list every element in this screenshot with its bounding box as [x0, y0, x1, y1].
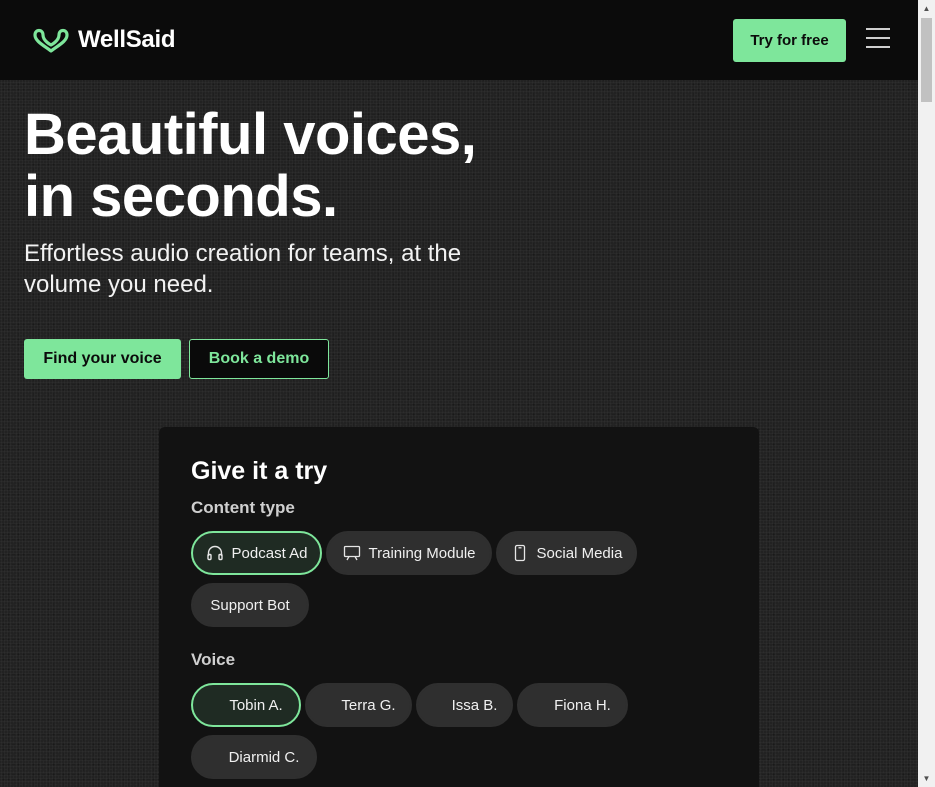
chip-label: Issa B. [451, 696, 498, 714]
chip-label: Fiona H. [554, 696, 611, 714]
headphones-icon [206, 545, 223, 561]
try-for-free-button[interactable]: Try for free [733, 19, 846, 62]
chip-label: Podcast Ad [231, 544, 308, 562]
hero-title: Beautiful voices, in seconds. [24, 104, 544, 228]
hamburger-menu-icon[interactable] [866, 28, 890, 50]
content-type-podcast-ad[interactable]: Podcast Ad [191, 531, 322, 575]
chip-label: Diarmid C. [228, 748, 300, 766]
phone-icon [514, 544, 525, 562]
hero-title-line-2: in seconds. [24, 164, 338, 229]
voice-fiona[interactable]: Fiona H. [517, 683, 628, 727]
wellsaid-logo-icon [33, 28, 69, 53]
voice-terra[interactable]: Terra G. [305, 683, 412, 727]
try-it-card: Give it a try Content type Podcast Ad Tr… [159, 427, 759, 787]
content-type-support-bot[interactable]: Support Bot [191, 583, 309, 627]
logo[interactable]: WellSaid [32, 26, 175, 54]
find-your-voice-button[interactable]: Find your voice [24, 339, 181, 379]
voice-tobin[interactable]: Tobin A. [191, 683, 301, 727]
card-title: Give it a try [191, 457, 328, 485]
presentation-icon [343, 545, 360, 561]
chip-label: Support Bot [210, 596, 290, 614]
chip-label: Social Media [536, 544, 623, 562]
content-type-label: Content type [191, 498, 295, 517]
content-type-social-media[interactable]: Social Media [496, 531, 637, 575]
voice-diarmid[interactable]: Diarmid C. [191, 735, 317, 779]
scroll-up-arrow-icon[interactable]: ▲ [918, 0, 935, 17]
scroll-thumb[interactable] [921, 18, 932, 102]
scroll-down-arrow-icon[interactable]: ▼ [918, 770, 935, 787]
hero-subtitle: Effortless audio creation for teams, at … [24, 240, 462, 298]
chip-label: Training Module [368, 544, 476, 562]
page-scrollbar[interactable]: ▲ ▼ [918, 0, 935, 787]
chip-label: Tobin A. [229, 696, 283, 714]
page: WellSaid Try for free Beautiful voices, … [0, 0, 918, 787]
chip-label: Terra G. [341, 696, 396, 714]
content-type-training-module[interactable]: Training Module [326, 531, 492, 575]
book-a-demo-button[interactable]: Book a demo [189, 339, 329, 379]
voice-label: Voice [191, 650, 236, 669]
logo-text: WellSaid [78, 26, 176, 53]
voice-issa[interactable]: Issa B. [416, 683, 513, 727]
site-header: WellSaid Try for free [0, 0, 918, 80]
hero-title-line-1: Beautiful voices, [24, 102, 477, 167]
